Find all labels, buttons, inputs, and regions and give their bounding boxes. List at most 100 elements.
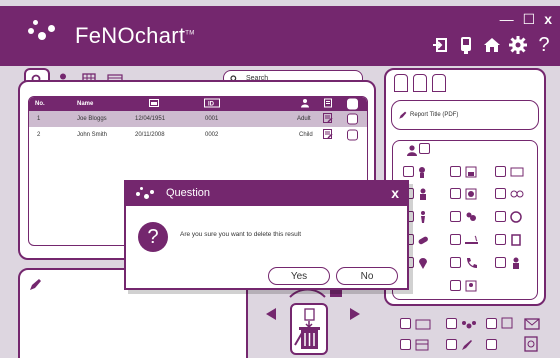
table-header: No. Name ID — [29, 97, 367, 111]
table-row[interactable]: 1 Joe Bloggs 12/04/1951 0001 Adult — [29, 111, 367, 127]
print-settings-icon — [501, 315, 517, 329]
medication-icon — [417, 233, 429, 245]
close-button[interactable]: x — [544, 11, 552, 28]
tab-report-pdf[interactable] — [394, 74, 408, 92]
option-checkbox[interactable] — [419, 143, 430, 154]
tab-report-excel[interactable] — [413, 74, 427, 92]
sex-symbol-icon — [510, 187, 524, 199]
preview-icon[interactable] — [524, 336, 540, 352]
row-checkbox[interactable] — [347, 113, 358, 125]
option-checkbox[interactable] — [450, 234, 461, 245]
settings-icon[interactable] — [508, 34, 528, 56]
notes-icon[interactable] — [323, 113, 333, 125]
row-type: Adult — [297, 116, 311, 122]
delete-result-button[interactable] — [290, 303, 328, 355]
option-checkbox[interactable] — [450, 166, 461, 177]
height-icon — [417, 187, 429, 200]
option-checkbox[interactable] — [403, 166, 414, 177]
calendar-icon — [415, 317, 431, 330]
phone-icon — [465, 256, 477, 268]
yes-button[interactable]: Yes — [268, 267, 330, 285]
dialog-message: Are you sure you want to delete this res… — [180, 231, 302, 238]
home-icon[interactable] — [482, 34, 502, 56]
option-checkbox[interactable] — [495, 211, 506, 222]
column-no: No. — [35, 101, 45, 107]
select-all-checkbox[interactable] — [347, 98, 358, 110]
row-no: 1 — [37, 116, 41, 122]
logo-icon — [461, 317, 477, 329]
trash-icon — [294, 308, 320, 349]
walking-icon — [417, 210, 429, 223]
svg-text:ID: ID — [208, 102, 215, 108]
tab-report-doc[interactable] — [432, 74, 446, 92]
row-type: Child — [299, 132, 313, 138]
row-name: Joe Bloggs — [77, 116, 107, 122]
row-dob: 20/11/2008 — [135, 132, 165, 138]
group-icon — [465, 210, 477, 222]
table-row[interactable]: 2 John Smith 20/11/2008 0002 Child — [29, 127, 367, 143]
pencil-icon[interactable] — [28, 278, 42, 297]
option-checkbox[interactable] — [486, 339, 497, 350]
row-no: 2 — [37, 132, 41, 138]
row-name: John Smith — [77, 132, 108, 138]
option-checkbox[interactable] — [486, 318, 497, 329]
row-id: 0001 — [205, 116, 219, 122]
option-checkbox[interactable] — [400, 339, 411, 350]
doctor-icon — [510, 256, 522, 269]
report-options-grid — [392, 140, 538, 300]
help-icon[interactable]: ? — [534, 34, 554, 56]
notes-column-icon — [324, 98, 333, 110]
device-icon[interactable] — [456, 34, 476, 56]
export-icon[interactable] — [430, 34, 450, 56]
report-output-options — [384, 312, 554, 358]
app-header: FeNOchartTM — ☐ x ? — [0, 6, 560, 66]
id-card-icon — [510, 165, 524, 177]
no-button[interactable]: No — [336, 267, 398, 285]
confirm-delete-dialog: Question x ? Are you sure you want to de… — [124, 180, 409, 290]
email-icon[interactable] — [524, 317, 540, 330]
pencil-icon — [398, 111, 407, 122]
patient-photo-icon — [465, 279, 477, 292]
minimize-button[interactable]: — — [500, 11, 514, 28]
option-checkbox[interactable] — [400, 318, 411, 329]
face-icon — [510, 210, 522, 223]
option-checkbox[interactable] — [450, 280, 461, 291]
gender-icon — [417, 165, 429, 178]
dialog-title-bar: Question x — [126, 182, 407, 206]
table-icon — [415, 338, 429, 351]
notes-icon[interactable] — [323, 129, 333, 141]
column-name: Name — [77, 101, 94, 107]
option-checkbox[interactable] — [495, 188, 506, 199]
option-checkbox[interactable] — [495, 234, 506, 245]
maximize-button[interactable]: ☐ — [523, 11, 536, 28]
location-icon — [417, 256, 429, 269]
clipboard-icon — [510, 233, 522, 246]
option-checkbox[interactable] — [450, 188, 461, 199]
row-id: 0002 — [205, 132, 219, 138]
ethnicity-icon — [465, 187, 477, 200]
id-column-icon: ID — [204, 98, 220, 110]
option-checkbox[interactable] — [495, 166, 506, 177]
next-arrow-icon[interactable] — [350, 307, 360, 325]
app-title: FeNOchartTM — [75, 23, 195, 48]
dialog-close-button[interactable]: x — [391, 185, 399, 201]
option-checkbox[interactable] — [450, 257, 461, 268]
pen-icon — [461, 338, 473, 350]
option-checkbox[interactable] — [446, 318, 457, 329]
report-title-field[interactable]: Report Title (PDF) — [391, 100, 539, 130]
dialog-title: Question — [166, 187, 211, 199]
row-checkbox[interactable] — [347, 129, 358, 141]
patient-type-icon — [301, 99, 309, 110]
row-dob: 12/04/1951 — [135, 116, 166, 122]
photo-icon — [465, 165, 477, 178]
patient-icon — [407, 143, 417, 161]
smoking-icon — [465, 233, 478, 245]
option-checkbox[interactable] — [450, 211, 461, 222]
previous-arrow-icon[interactable] — [266, 307, 276, 325]
dob-column-icon — [149, 99, 159, 109]
app-logo-icon — [28, 20, 62, 48]
app-logo-icon — [136, 187, 158, 201]
question-icon: ? — [138, 222, 168, 252]
option-checkbox[interactable] — [495, 257, 506, 268]
option-checkbox[interactable] — [446, 339, 457, 350]
